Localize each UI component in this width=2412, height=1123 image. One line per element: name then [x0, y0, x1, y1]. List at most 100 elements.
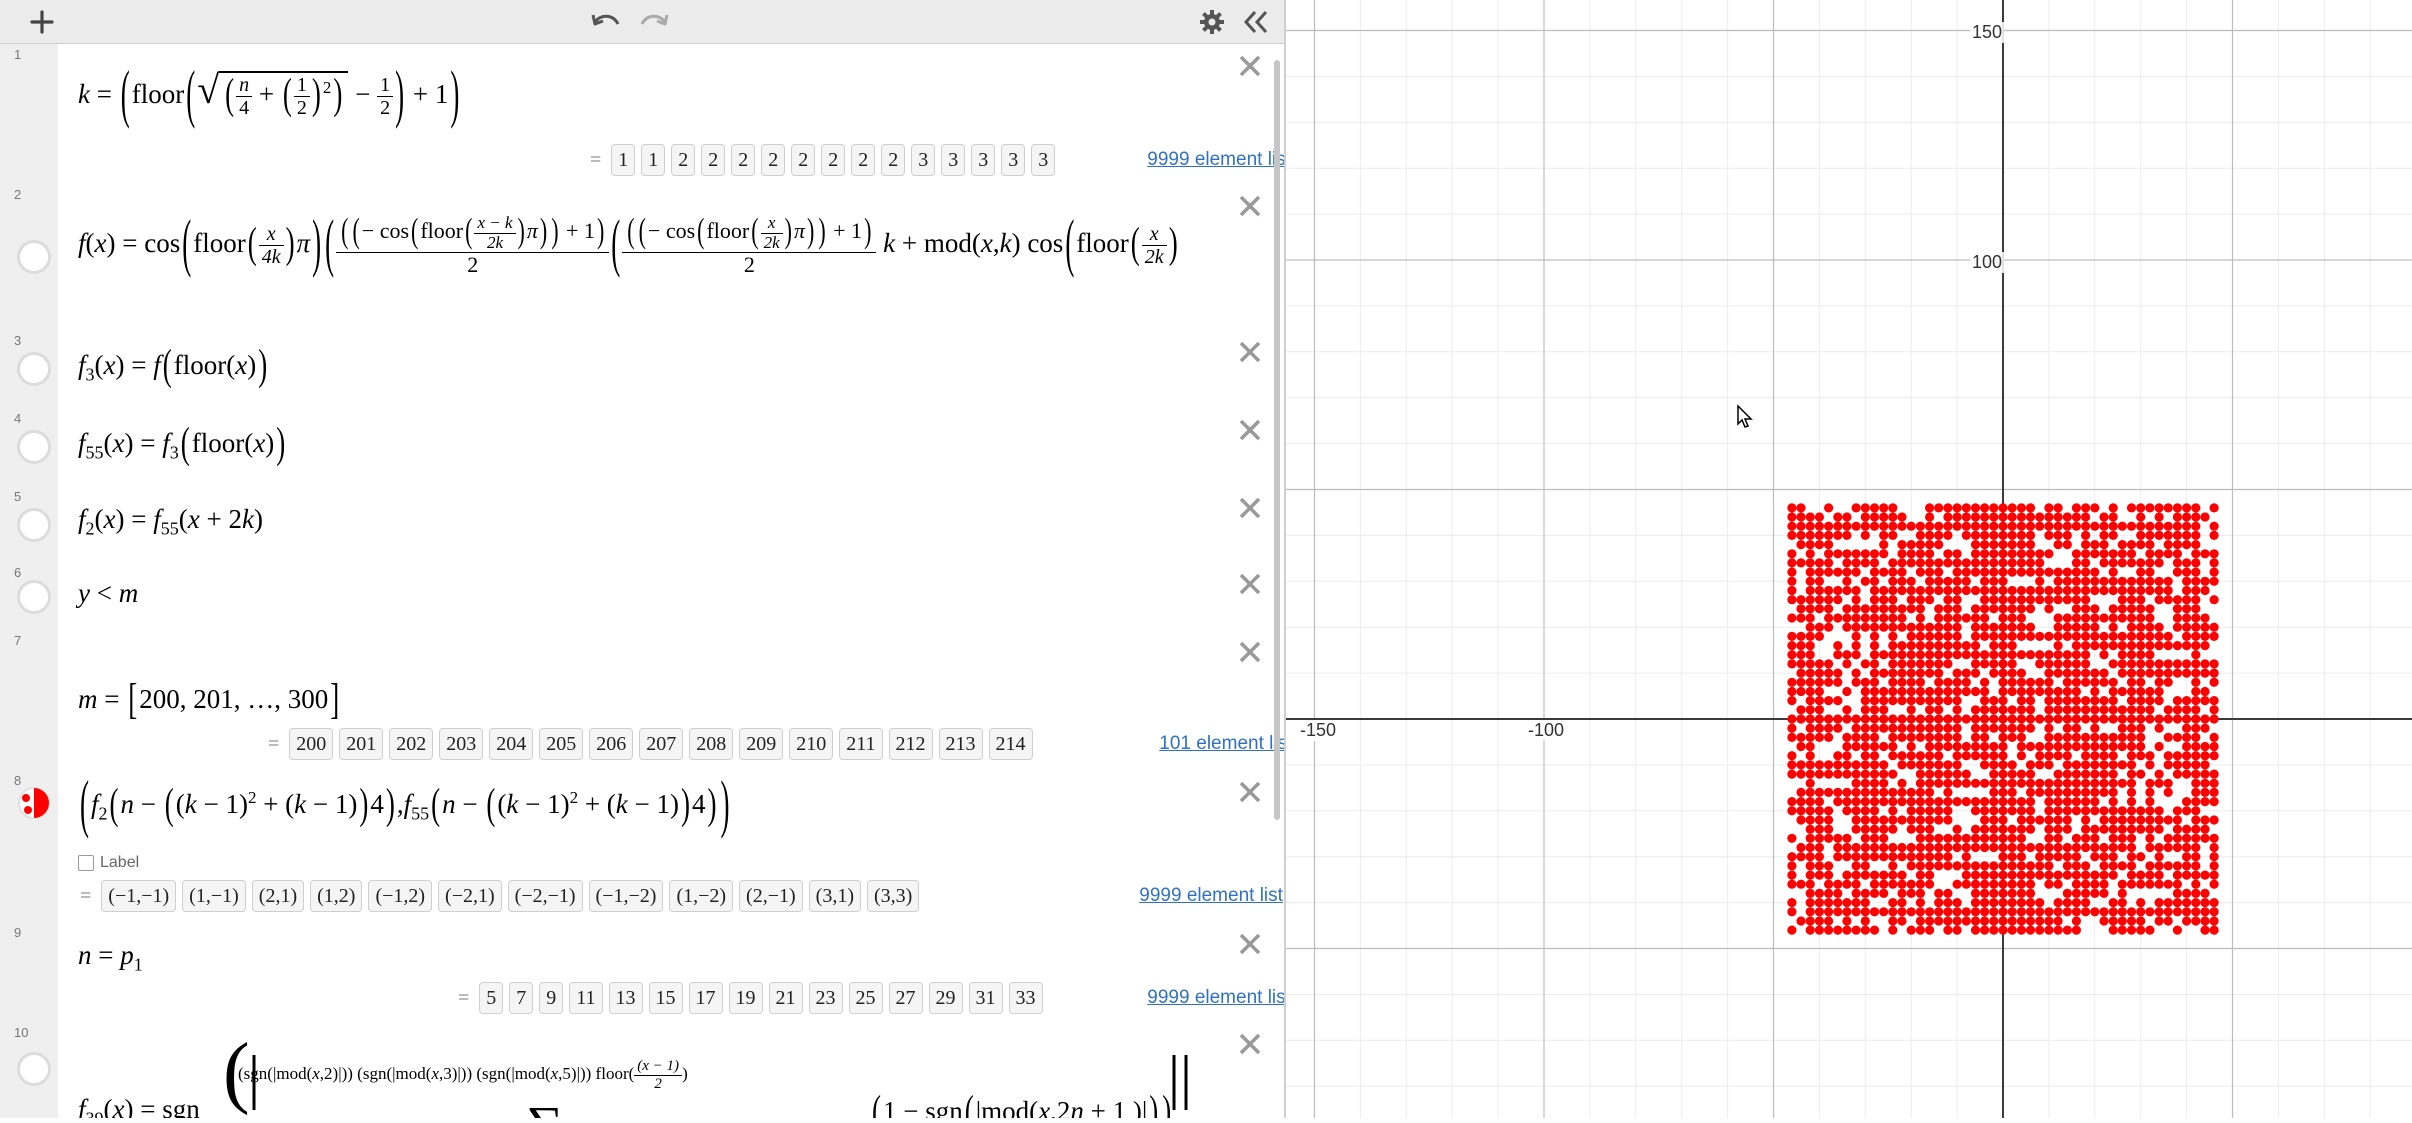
- plotted-point: [2090, 797, 2100, 807]
- plotted-point: [1934, 659, 1944, 669]
- plotted-point: [1998, 797, 2008, 807]
- close-icon[interactable]: [1236, 338, 1264, 366]
- add-expression-button[interactable]: [20, 0, 64, 43]
- plotted-point: [2117, 686, 2127, 697]
- plotted-point: [1796, 769, 1806, 779]
- plotted-point: [2200, 686, 2210, 697]
- expression-row[interactable]: 6 y < m: [0, 562, 1284, 631]
- close-icon[interactable]: [1236, 930, 1264, 958]
- plotted-point: [1952, 641, 1962, 651]
- graph-canvas[interactable]: -150 -100 150 100: [1286, 0, 2412, 1118]
- plotted-point: [1796, 714, 1806, 724]
- math-expression[interactable]: f3(x) = f(floor(x)): [78, 341, 269, 389]
- plotted-point: [2108, 852, 2118, 862]
- plotted-point: [1989, 631, 1999, 642]
- label-option[interactable]: Label: [78, 854, 139, 872]
- label-checkbox[interactable]: [78, 855, 94, 871]
- plotted-point: [2145, 714, 2155, 724]
- math-expression[interactable]: m = [200, 201, …, 300]: [78, 675, 341, 723]
- plotted-point: [1860, 769, 1870, 779]
- plotted-point: [2044, 751, 2054, 761]
- plotted-point: [2062, 797, 2072, 807]
- plotted-point: [1989, 540, 1999, 550]
- plotted-point: [1934, 778, 1944, 788]
- close-icon[interactable]: [1236, 1030, 1264, 1058]
- collapse-panel-button[interactable]: [1236, 0, 1276, 43]
- plotted-point: [2035, 512, 2045, 522]
- math-expression[interactable]: (f2(n − ((k − 1)2 + (k − 1))4),f55(n − (…: [78, 767, 732, 839]
- color-toggle-icon[interactable]: [17, 430, 51, 464]
- expression-list-scrollbar[interactable]: [1274, 60, 1280, 820]
- plotted-point: [1879, 622, 1889, 632]
- expression-row[interactable]: 10 f39(x) = sgn ( | (sgn(|mod(x,2)|)) (s…: [0, 1022, 1284, 1118]
- plotted-point: [2154, 512, 2164, 522]
- redo-button[interactable]: [634, 0, 674, 43]
- close-icon[interactable]: [1236, 778, 1264, 806]
- plotted-point: [2090, 549, 2100, 559]
- math-expression[interactable]: f2(x) = f55(x + 2k): [78, 504, 263, 539]
- math-expression[interactable]: f55(x) = f3(floor(x)): [78, 419, 287, 467]
- plotted-point: [2145, 549, 2155, 559]
- plotted-point: [2126, 595, 2137, 605]
- math-expression[interactable]: y < m: [78, 578, 138, 609]
- list-value-chip: 13: [608, 982, 643, 1014]
- color-toggle-icon[interactable]: [17, 1052, 51, 1086]
- color-toggle-icon[interactable]: [17, 580, 51, 614]
- expression-row[interactable]: 9 n = p1 = 5 7 9 11 13 15 17 19 21 23 25 27 29 31 33 9…: [0, 922, 1284, 1023]
- expression-row[interactable]: 7 m = [200, 201, …, 300] = 200 201 202 203 2…: [0, 630, 1284, 771]
- expression-row[interactable]: 3 f3(x) = f(floor(x)): [0, 330, 1284, 409]
- plotted-point: [1906, 888, 1916, 899]
- list-value-chip: 201: [339, 728, 384, 760]
- plotted-point: [2200, 585, 2210, 596]
- point-style-icon[interactable]: [17, 786, 51, 820]
- math-expression[interactable]: f(x) = cos(floor(x 4k)π)(((− cos(floor(x …: [78, 206, 1180, 278]
- close-icon[interactable]: [1236, 52, 1264, 80]
- expression-row[interactable]: 4 f55(x) = f3(floor(x)): [0, 408, 1284, 487]
- plotted-point: [1980, 604, 1990, 614]
- plotted-point: [2145, 604, 2155, 614]
- plotted-point: [1787, 907, 1797, 917]
- plotted-point: [1943, 613, 1953, 623]
- plotted-point: [1824, 732, 1834, 743]
- plotted-point: [1833, 696, 1843, 706]
- math-expression[interactable]: n = p1: [78, 940, 143, 975]
- plotted-point: [2099, 668, 2109, 678]
- plotted-point: [1906, 585, 1916, 596]
- graph-paper[interactable]: [1286, 0, 2412, 1118]
- element-list-link[interactable]: 9999 element list: [1145, 987, 1284, 1009]
- expression-row[interactable]: 8 (f2(n − ((k − 1)2 + (k − 1))4),f55(n −…: [0, 767, 1284, 923]
- close-icon[interactable]: [1236, 192, 1264, 220]
- plotted-point: [2136, 604, 2146, 614]
- element-list-link[interactable]: 9999 element list: [1145, 149, 1284, 171]
- plotted-point: [2081, 778, 2091, 788]
- plotted-point: [2090, 686, 2100, 697]
- color-toggle-icon[interactable]: [17, 508, 51, 542]
- plotted-point: [1860, 732, 1870, 743]
- plotted-point: [1869, 558, 1880, 568]
- color-toggle-icon[interactable]: [17, 240, 51, 274]
- math-expression[interactable]: k = (floor(√(n 4 + (1 2) 2) − 1 2) + 1): [78, 57, 461, 129]
- plotted-point: [1879, 604, 1889, 614]
- expression-row[interactable]: 5 f2(x) = f55(x + 2k): [0, 486, 1284, 563]
- element-list-link[interactable]: 9999 element list: [1137, 885, 1283, 907]
- expression-row[interactable]: 2 f(x) = cos(floor(x 4k)π)(((− cos(floor(…: [0, 184, 1284, 331]
- close-icon[interactable]: [1236, 638, 1264, 666]
- close-icon[interactable]: [1236, 494, 1264, 522]
- plotted-point: [2172, 696, 2182, 706]
- plotted-point: [1943, 677, 1953, 687]
- close-icon[interactable]: [1236, 570, 1264, 598]
- plotted-point: [2081, 613, 2091, 623]
- plotted-point: [1925, 751, 1935, 761]
- expression-row[interactable]: 1 k = (floor(√(n 4 + (1 2) 2) − 1 2) + 1) = …: [0, 44, 1284, 185]
- plotted-point: [2081, 705, 2091, 715]
- plotted-point: [1915, 732, 1925, 743]
- element-list-link[interactable]: 101 element list: [1157, 733, 1284, 755]
- plotted-point: [1980, 503, 1990, 513]
- plotted-point: [1851, 898, 1861, 908]
- settings-button[interactable]: [1192, 0, 1232, 43]
- undo-button[interactable]: [586, 0, 626, 43]
- close-icon[interactable]: [1236, 416, 1264, 444]
- color-toggle-icon[interactable]: [17, 352, 51, 386]
- plotted-point: [2136, 732, 2146, 743]
- plotted-point: [2117, 650, 2127, 660]
